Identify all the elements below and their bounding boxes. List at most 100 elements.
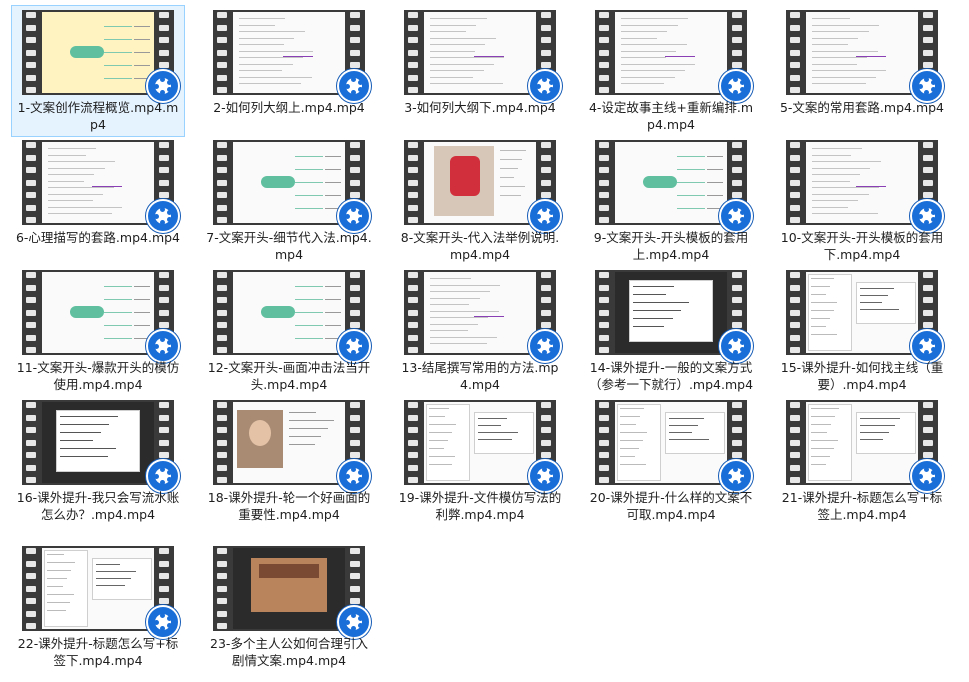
- text-line: [289, 444, 315, 445]
- text-line: [48, 193, 104, 195]
- film-hole: [408, 49, 418, 56]
- mindmap-leaf: [707, 169, 723, 170]
- film-hole: [26, 598, 36, 604]
- film-hole: [541, 427, 551, 433]
- film-hole: [26, 322, 36, 328]
- badge-dot: [918, 84, 923, 89]
- film-hole: [159, 297, 169, 303]
- film-hole: [790, 74, 800, 81]
- mindmap-leaf: [134, 39, 150, 40]
- video-thumbnail[interactable]: [786, 10, 944, 103]
- badge-dot: [740, 217, 745, 222]
- badge-dot: [160, 337, 165, 342]
- video-thumbnail[interactable]: [786, 400, 944, 493]
- video-thumbnail[interactable]: [786, 140, 944, 233]
- film-hole: [408, 309, 418, 316]
- film-hole: [217, 585, 227, 592]
- film-hole: [350, 12, 360, 18]
- video-thumbnail[interactable]: [404, 10, 562, 103]
- mindmap-leaf: [134, 52, 150, 53]
- film-hole: [217, 284, 227, 291]
- film-hole: [541, 192, 551, 198]
- film-hole: [732, 427, 742, 433]
- video-thumbnail[interactable]: [213, 10, 371, 103]
- video-thumbnail[interactable]: [213, 270, 371, 363]
- film-hole: [541, 439, 551, 446]
- film-hole: [790, 464, 800, 471]
- video-thumbnail[interactable]: [22, 546, 180, 639]
- file-name: 22-课外提升-标题怎么写+标签下.mp4.mp4: [17, 636, 179, 668]
- film-hole: [923, 414, 933, 421]
- text-line: [633, 286, 674, 287]
- text-line: [860, 309, 899, 310]
- mindmap-branch: [295, 312, 323, 313]
- text-line: [500, 195, 522, 196]
- film-holes: [599, 12, 610, 93]
- text-line: [812, 174, 860, 175]
- badge-dot: [931, 210, 936, 215]
- file-name: 1-文案创作流程概览.mp4.mp4: [17, 100, 179, 132]
- film-hole: [923, 297, 933, 303]
- text-line: [812, 213, 878, 214]
- video-thumbnail[interactable]: [22, 10, 180, 103]
- text-line: [47, 586, 63, 587]
- film-hole: [26, 414, 36, 421]
- text-line: [48, 161, 116, 162]
- text-line: [47, 554, 64, 555]
- badge-dot: [542, 207, 547, 212]
- text-line: [860, 295, 889, 296]
- video-thumbnail[interactable]: [22, 400, 180, 493]
- video-thumbnail[interactable]: [22, 140, 180, 233]
- film-hole: [159, 284, 169, 291]
- film-hole: [732, 452, 742, 458]
- video-player-badge-icon: [337, 199, 371, 233]
- badge-dot: [536, 84, 541, 89]
- video-thumbnail[interactable]: [213, 140, 371, 233]
- text-line: [669, 432, 693, 433]
- thumbnail-screen: [233, 548, 345, 629]
- badge-dot: [167, 616, 172, 621]
- film-hole: [159, 414, 169, 421]
- film-hole: [790, 24, 800, 31]
- film-hole: [923, 179, 933, 186]
- video-thumbnail[interactable]: [404, 270, 562, 363]
- film-hole: [790, 334, 800, 341]
- text-line: [48, 213, 112, 214]
- film-holes: [599, 272, 610, 353]
- badge-dot: [727, 84, 732, 89]
- film-hole: [599, 142, 609, 148]
- badge-dot: [733, 337, 738, 342]
- video-player-badge-icon: [146, 199, 180, 233]
- video-thumbnail[interactable]: [786, 270, 944, 363]
- video-thumbnail[interactable]: [595, 400, 753, 493]
- badge-dot: [358, 470, 363, 475]
- thumbnail-screen: [615, 12, 727, 93]
- video-thumbnail[interactable]: [404, 140, 562, 233]
- film-hole: [599, 309, 609, 316]
- film-hole: [350, 154, 360, 161]
- film-hole: [732, 297, 742, 303]
- badge-dot: [536, 214, 541, 219]
- film-hole: [350, 402, 360, 408]
- film-hole: [159, 24, 169, 31]
- video-thumbnail[interactable]: [213, 400, 371, 493]
- film-hole: [599, 37, 609, 43]
- text-line: [811, 286, 831, 287]
- text-line: [620, 464, 647, 465]
- film-hole: [790, 12, 800, 18]
- video-thumbnail[interactable]: [595, 140, 753, 233]
- video-thumbnail[interactable]: [213, 546, 371, 639]
- film-hole: [599, 464, 609, 471]
- video-thumbnail[interactable]: [404, 400, 562, 493]
- film-hole: [599, 334, 609, 341]
- text-line: [430, 278, 471, 279]
- badge-dot: [549, 470, 554, 475]
- badge-dot: [167, 87, 172, 92]
- video-thumbnail[interactable]: [22, 270, 180, 363]
- video-thumbnail[interactable]: [595, 270, 753, 363]
- file-name: 11-文案开头-爆款开头的模仿使用.mp4.mp4: [16, 360, 180, 392]
- file-name: 18-课外提升-轮一个好画面的重要性.mp4.mp4: [207, 490, 371, 522]
- badge-dot: [542, 77, 547, 82]
- film-hole: [159, 154, 169, 161]
- video-thumbnail[interactable]: [595, 10, 753, 103]
